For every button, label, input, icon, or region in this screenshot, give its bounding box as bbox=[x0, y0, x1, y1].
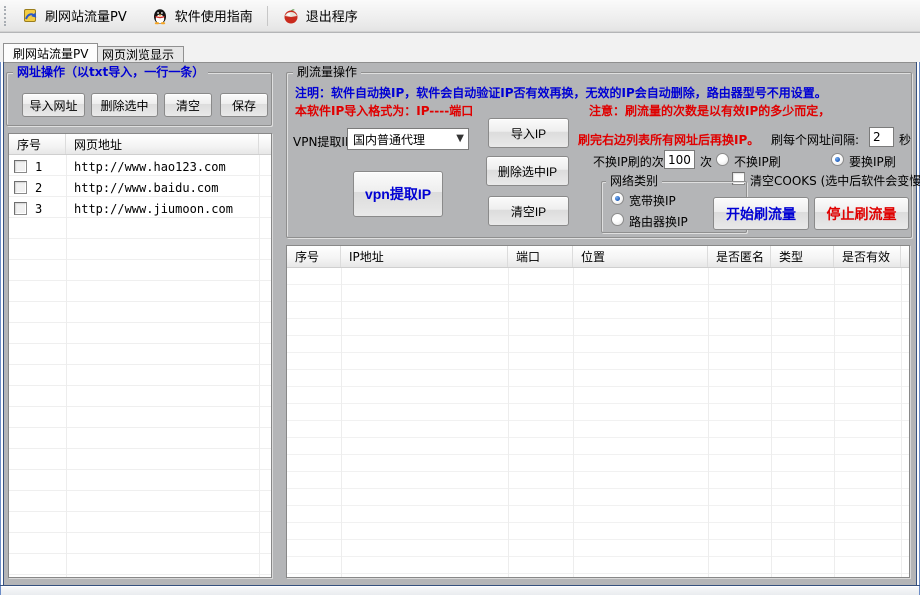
import-ip-button[interactable]: 导入IP bbox=[488, 118, 569, 148]
radio-broadband-label[interactable]: 宽带换IP bbox=[629, 192, 676, 209]
url-col-filler bbox=[259, 134, 271, 154]
window-right-edge bbox=[916, 62, 920, 595]
radio-no-change-ip-label[interactable]: 不换IP刷 bbox=[734, 153, 781, 170]
note-times-depend: 注意：刷流量的次数是以有效IP的多少而定， bbox=[589, 102, 830, 119]
url-row-1-checkbox[interactable] bbox=[14, 160, 27, 173]
window-left-edge bbox=[0, 62, 4, 595]
url-table-header: 序号 网页地址 bbox=[9, 134, 271, 155]
url-row-1[interactable]: 1 http://www.hao123.com bbox=[9, 156, 271, 177]
network-type-title: 网络类别 bbox=[606, 174, 662, 188]
ip-table: 序号 IP地址 端口 位置 是否匿名 类型 是否有效 bbox=[286, 245, 910, 578]
url-row-3-checkbox[interactable] bbox=[14, 202, 27, 215]
radio-router-label[interactable]: 路由器换IP bbox=[629, 213, 688, 230]
ip-col-port[interactable]: 端口 bbox=[508, 246, 573, 267]
menu-exit[interactable]: 退出程序 bbox=[274, 3, 366, 29]
menu-guide[interactable]: 软件使用指南 bbox=[143, 3, 261, 29]
delete-selected-urls-button[interactable]: 删除选中 bbox=[91, 93, 158, 117]
import-urls-button[interactable]: 导入网址 bbox=[22, 93, 85, 117]
radio-change-ip[interactable] bbox=[831, 153, 844, 166]
chevron-down-icon[interactable]: ▼ bbox=[456, 133, 464, 144]
tab-refresh-pv[interactable]: 刷网站流量PV bbox=[3, 43, 98, 62]
times-input[interactable] bbox=[664, 150, 695, 169]
vpn-extract-ip-button[interactable]: vpn提取IP bbox=[353, 171, 443, 217]
note-auto-ip: 注明：软件自动换IP，软件会自动验证IP否有效再换，无效的IP会自动删除，路由器… bbox=[295, 84, 827, 101]
url-row-3[interactable]: 3 http://www.jiumoon.com bbox=[9, 198, 271, 219]
ip-col-type[interactable]: 类型 bbox=[771, 246, 834, 267]
stop-traffic-button[interactable]: 停止刷流量 bbox=[814, 197, 909, 230]
ip-col-filler bbox=[901, 246, 909, 267]
penguin-icon bbox=[151, 7, 169, 25]
traffic-group-title: 刷流量操作 bbox=[293, 65, 361, 79]
vpn-extract-label: VPN提取IP bbox=[293, 133, 352, 150]
interval-input[interactable] bbox=[869, 127, 894, 147]
url-row-1-no: 1 bbox=[35, 160, 42, 174]
tab-browser-view-label: 网页浏览显示 bbox=[102, 46, 174, 63]
url-table: 序号 网页地址 1 http://www.hao123.com 2 http:/… bbox=[8, 133, 272, 578]
exit-ball-icon bbox=[282, 7, 300, 25]
menu-refresh-pv[interactable]: 刷网站流量PV bbox=[13, 3, 135, 29]
menu-refresh-pv-label: 刷网站流量PV bbox=[45, 6, 127, 25]
vpn-proxy-selected-value: 国内普通代理 bbox=[353, 131, 425, 148]
url-row-2-no: 2 bbox=[35, 181, 42, 195]
clear-cookies-label[interactable]: 清空COOKS (选中后软件会变慢) bbox=[750, 172, 920, 189]
url-col-address[interactable]: 网页地址 bbox=[66, 134, 259, 154]
url-col-no[interactable]: 序号 bbox=[9, 134, 66, 154]
radio-no-change-ip[interactable] bbox=[716, 153, 729, 166]
radio-router[interactable] bbox=[611, 213, 624, 226]
interval-label: 刷每个网址间隔: bbox=[771, 131, 859, 148]
note-import-format: 本软件IP导入格式为：IP----端口 bbox=[295, 102, 473, 119]
vpn-proxy-select[interactable]: 国内普通代理 ▼ bbox=[347, 128, 469, 150]
url-row-3-no: 3 bbox=[35, 202, 42, 216]
tab-refresh-pv-label: 刷网站流量PV bbox=[13, 45, 88, 62]
menu-guide-label: 软件使用指南 bbox=[175, 6, 253, 25]
url-row-1-url: http://www.hao123.com bbox=[74, 160, 226, 174]
tab-strip: 刷网站流量PV 网页浏览显示 bbox=[0, 33, 920, 62]
toolbar-gripper[interactable] bbox=[4, 6, 7, 26]
tab-browser-view[interactable]: 网页浏览显示 bbox=[92, 46, 184, 62]
ip-col-location[interactable]: 位置 bbox=[573, 246, 708, 267]
url-group-title: 网址操作（以txt导入，一行一条） bbox=[13, 65, 208, 79]
clear-urls-button[interactable]: 清空 bbox=[164, 93, 212, 117]
ip-col-no[interactable]: 序号 bbox=[287, 246, 341, 267]
note-switch-after: 刷完右边列表所有网址后再换IP。 bbox=[578, 131, 759, 148]
delete-selected-ip-button[interactable]: 删除选中IP bbox=[486, 156, 569, 186]
interval-unit: 秒 bbox=[899, 131, 911, 148]
ip-table-header: 序号 IP地址 端口 位置 是否匿名 类型 是否有效 bbox=[287, 246, 909, 268]
ip-col-anonymous[interactable]: 是否匿名 bbox=[708, 246, 771, 267]
url-operations-group: 网址操作（以txt导入，一行一条） 导入网址 删除选中 清空 保存 bbox=[6, 72, 272, 126]
radio-broadband[interactable] bbox=[611, 192, 624, 205]
ip-col-address[interactable]: IP地址 bbox=[341, 246, 508, 267]
radio-change-ip-label[interactable]: 要换IP刷 bbox=[849, 153, 896, 170]
menu-exit-label: 退出程序 bbox=[306, 6, 358, 25]
refresh-page-icon bbox=[21, 7, 39, 25]
ip-col-valid[interactable]: 是否有效 bbox=[834, 246, 901, 267]
toolbar: 刷网站流量PV 软件使用指南 退出程序 bbox=[0, 0, 920, 32]
traffic-operations-group: 刷流量操作 注明：软件自动换IP，软件会自动验证IP否有效再换，无效的IP会自动… bbox=[286, 72, 912, 238]
toolbar-separator bbox=[267, 6, 268, 26]
save-urls-button[interactable]: 保存 bbox=[220, 93, 268, 117]
url-row-2-url: http://www.baidu.com bbox=[74, 181, 219, 195]
clear-ip-button[interactable]: 清空IP bbox=[488, 196, 569, 226]
start-traffic-button[interactable]: 开始刷流量 bbox=[713, 197, 809, 230]
url-row-2-checkbox[interactable] bbox=[14, 181, 27, 194]
status-bar bbox=[1, 586, 919, 595]
url-row-2[interactable]: 2 http://www.baidu.com bbox=[9, 177, 271, 198]
url-row-3-url: http://www.jiumoon.com bbox=[74, 202, 233, 216]
times-unit: 次 bbox=[700, 153, 712, 170]
ip-table-grid bbox=[287, 268, 909, 577]
